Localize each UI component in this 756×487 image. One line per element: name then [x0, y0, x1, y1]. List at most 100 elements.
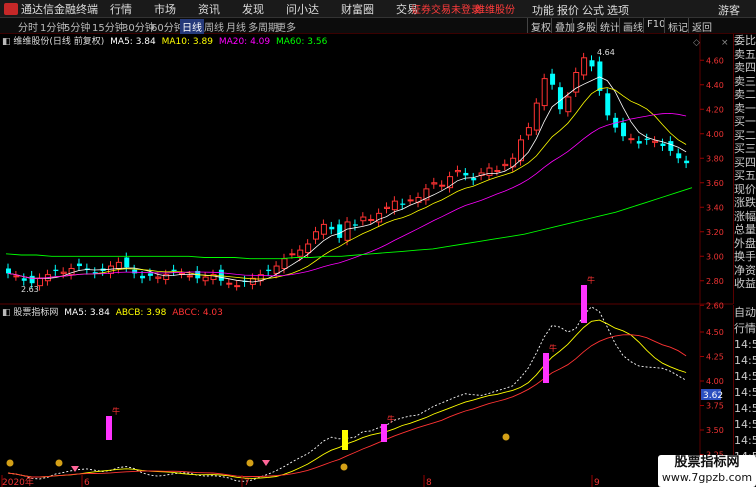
tick-time[interactable]: 行情	[734, 321, 756, 337]
candle	[202, 276, 209, 282]
candle	[352, 224, 358, 226]
bull-signal-label: 牛	[587, 275, 595, 285]
candle	[305, 243, 312, 254]
candle	[541, 78, 548, 107]
candle	[652, 140, 659, 143]
candle	[557, 87, 563, 110]
price-axis-label: 3.40	[706, 203, 724, 212]
watermark-logo: 股票指标网 www.7gpzb.com	[658, 455, 756, 487]
signal-bar	[342, 430, 348, 450]
price-axis-label: 4.60	[706, 56, 724, 65]
price-axis-label: 2.80	[706, 277, 724, 286]
quote-label: 涨跌	[734, 196, 756, 209]
quote-label: 换手	[734, 250, 756, 263]
sub-current-value: 3.62	[703, 391, 723, 401]
kline-chart[interactable]: ◇ × 牛牛牛牛 4.604.404.204.003.803.603.403.2…	[0, 0, 733, 487]
candle	[60, 271, 67, 274]
candle	[21, 278, 27, 281]
candle	[510, 157, 517, 168]
signal-bar	[543, 353, 549, 383]
candle	[147, 273, 153, 276]
candle	[621, 122, 627, 137]
candle	[597, 61, 603, 91]
candle	[502, 163, 509, 167]
quote-label: 卖一	[734, 101, 756, 115]
price-axis-label: 4.00	[706, 130, 724, 139]
quote-label: 买五	[734, 169, 756, 182]
price-axis-label: 3.00	[706, 252, 724, 261]
candle	[644, 138, 650, 140]
settings-icon[interactable]: ◇	[693, 38, 700, 48]
tick-time: 14:50	[734, 354, 756, 367]
quote-panel: 委比 卖五 卖四 卖三 卖二 卖一 买一 买二 买三 买四 买五 现价 涨跌 涨幅 总量 外盘 换手 净资 收益	[733, 34, 756, 304]
quote-label: 卖三	[734, 74, 756, 88]
candle	[108, 265, 115, 274]
candle	[124, 257, 130, 268]
signal-bar	[581, 285, 587, 323]
sub-axis-label: 4.00	[706, 377, 724, 386]
candle	[463, 172, 469, 176]
candle	[171, 269, 177, 271]
candle	[155, 276, 162, 279]
candle	[391, 200, 398, 211]
date-label: 6	[84, 478, 90, 487]
date-label: 8	[426, 478, 432, 487]
candle	[494, 170, 501, 172]
candle	[281, 258, 288, 270]
candle	[76, 263, 82, 267]
tick-time: 14:50	[734, 402, 756, 415]
quote-label: 外盘	[734, 236, 756, 250]
candle	[140, 275, 146, 279]
close-icon[interactable]: ×	[721, 38, 729, 48]
quote-label: 总量	[734, 223, 756, 236]
candle	[581, 57, 588, 76]
candle	[226, 282, 233, 285]
candle	[565, 96, 572, 113]
candle	[439, 184, 446, 187]
candle	[29, 275, 35, 284]
candle	[533, 102, 540, 131]
price-axis-label: 4.40	[706, 81, 724, 90]
quote-label: 卖二	[734, 88, 756, 101]
date-label: 7	[244, 478, 250, 487]
date-label: 2020年	[2, 476, 34, 487]
price-axis-label: 4.20	[706, 105, 724, 114]
candle	[471, 177, 477, 181]
candle	[605, 93, 611, 116]
candle	[132, 269, 138, 274]
candle	[186, 275, 193, 278]
candle	[628, 138, 635, 141]
sub-axis-label: 3.75	[706, 402, 724, 411]
candle	[454, 170, 461, 173]
candle	[329, 226, 335, 230]
candle	[676, 153, 682, 159]
candle	[660, 143, 666, 146]
candle	[368, 219, 375, 221]
candle	[407, 199, 414, 202]
quote-label: 收益	[734, 277, 756, 290]
candle	[320, 223, 327, 235]
tick-time: 14:50	[734, 370, 756, 383]
candle	[383, 206, 390, 209]
watermark-line2: www.7gpzb.com	[661, 471, 753, 484]
price-axis-label: 3.20	[706, 228, 724, 237]
quote-label: 委比	[734, 34, 756, 47]
tick-time: 14:50	[734, 338, 756, 351]
bull-signal-label: 牛	[112, 406, 120, 416]
candle	[684, 160, 690, 164]
high-annotation: 4.64	[597, 48, 615, 57]
bull-signal-label: 牛	[387, 414, 395, 424]
sub-ma5-line	[7, 306, 687, 482]
tick-time[interactable]: 自动	[734, 305, 756, 321]
sub-axis-label: 4.25	[706, 353, 724, 362]
candle	[525, 127, 532, 136]
candle	[6, 268, 11, 274]
candle	[53, 269, 59, 271]
ma5-line	[7, 76, 687, 283]
candle	[266, 269, 272, 271]
abcc-line	[7, 334, 687, 478]
quote-label: 净资	[734, 263, 756, 277]
candle	[550, 73, 556, 85]
candle	[360, 216, 367, 222]
candle	[668, 141, 674, 151]
